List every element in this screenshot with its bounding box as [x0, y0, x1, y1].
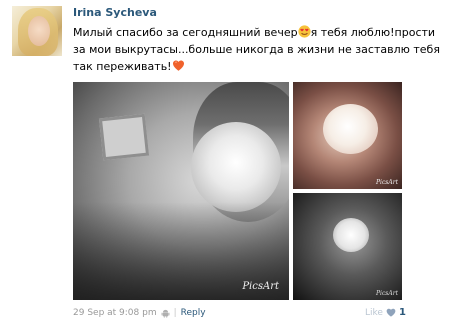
footer-separator: | — [173, 308, 177, 318]
post-text-line1a: Милый спасибо за сегодняшний вечер — [73, 26, 298, 39]
photo-rose-hand[interactable]: PicsArt — [293, 82, 402, 189]
post-text-line3: так переживать! — [73, 60, 172, 73]
like-button[interactable]: Like 1 — [365, 307, 406, 318]
post-date[interactable]: 29 Sep at 9:08 pm — [73, 308, 157, 318]
reply-link[interactable]: Reply — [181, 308, 206, 318]
photo-rose — [323, 104, 378, 154]
photo-watermark: PicsArt — [375, 179, 398, 186]
post-text-line1b: я тебя люблю!прости — [310, 26, 436, 39]
avatar-face — [28, 16, 50, 46]
author-name[interactable]: Irina Sycheva — [73, 6, 157, 19]
orange-heart-emoji-icon — [172, 60, 184, 71]
like-label: Like — [365, 307, 383, 318]
post-footer: 29 Sep at 9:08 pm | Reply — [73, 308, 206, 318]
photo-watermark: PicsArt — [242, 281, 279, 292]
post-text: Милый спасибо за сегодняшний вечер я теб… — [73, 24, 443, 75]
post-text-line2: за мои выкрутасы...больше никогда в жизн… — [73, 43, 440, 56]
like-count: 1 — [398, 307, 406, 318]
photo-rose-face[interactable]: PicsArt — [293, 193, 402, 300]
photo-rose — [333, 218, 369, 252]
photo-background-frame — [98, 113, 150, 161]
android-icon — [161, 309, 170, 318]
like-heart-icon — [386, 308, 396, 317]
avatar[interactable] — [12, 6, 62, 56]
photo-flower — [191, 122, 281, 212]
photo-main[interactable]: PicsArt — [73, 82, 289, 300]
wall-post: Irina Sycheva Милый спасибо за сегодняшн… — [0, 0, 454, 322]
heart-eyes-emoji-icon — [297, 25, 311, 38]
photo-watermark: PicsArt — [375, 290, 398, 297]
